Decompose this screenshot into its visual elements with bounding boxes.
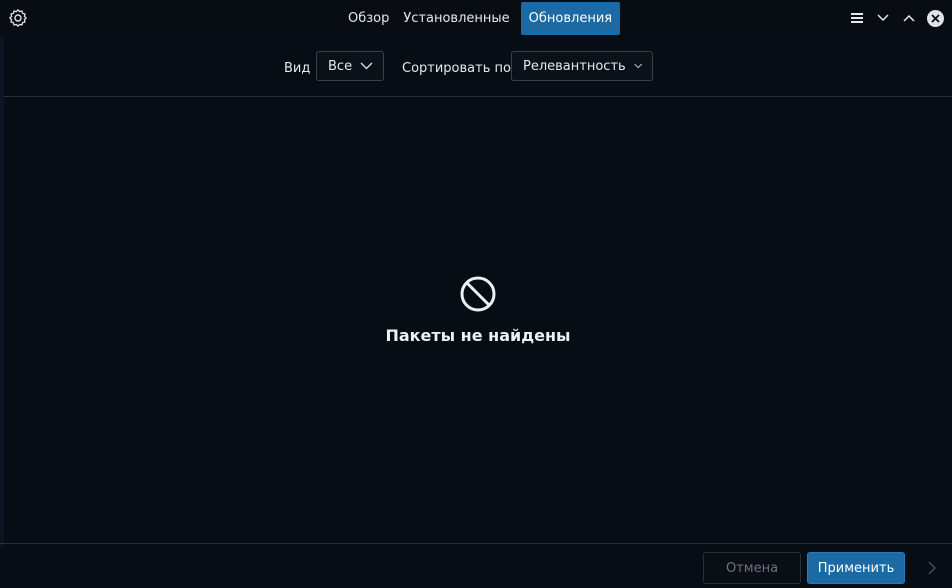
- close-circle: [926, 9, 944, 27]
- sort-label: Сортировать по: [402, 61, 511, 76]
- menu-button[interactable]: [844, 5, 870, 31]
- chevron-down-icon: [360, 62, 373, 70]
- apply-button[interactable]: Применить: [807, 552, 905, 584]
- tab-installed[interactable]: Установленные: [396, 2, 516, 35]
- title-bar: Обзор Установленные Обновления: [0, 0, 952, 37]
- chevron-down-icon: [877, 14, 889, 22]
- hamburger-menu-icon: [851, 13, 863, 23]
- filter-toolbar: Вид Все Сортировать по Релевантность: [4, 37, 952, 97]
- chevron-down-icon: [634, 63, 642, 69]
- gear-icon: [9, 9, 27, 27]
- view-select[interactable]: Все: [316, 51, 384, 81]
- footer-bar: Отмена Применить: [0, 543, 952, 588]
- close-icon: [930, 13, 940, 23]
- minimize-button[interactable]: [870, 5, 896, 31]
- maximize-button[interactable]: [896, 5, 922, 31]
- close-button[interactable]: [922, 5, 948, 31]
- window-controls: [844, 5, 948, 31]
- view-select-value: Все: [328, 58, 353, 74]
- next-button[interactable]: [922, 558, 942, 578]
- no-entry-icon: [460, 276, 496, 312]
- view-label: Вид: [284, 61, 311, 76]
- package-list-empty-state: Пакеты не найдены: [4, 97, 952, 543]
- settings-button[interactable]: [6, 6, 30, 30]
- tab-browse[interactable]: Обзор: [341, 2, 396, 35]
- sort-select[interactable]: Релевантность: [511, 51, 653, 81]
- tab-updates[interactable]: Обновления: [520, 2, 621, 35]
- chevron-up-icon: [903, 14, 915, 22]
- sort-select-value: Релевантность: [523, 58, 626, 74]
- cancel-button[interactable]: Отмена: [703, 552, 801, 584]
- empty-message: Пакеты не найдены: [385, 326, 571, 345]
- view-tabs: Обзор Установленные Обновления: [341, 2, 621, 35]
- chevron-right-icon: [928, 561, 936, 575]
